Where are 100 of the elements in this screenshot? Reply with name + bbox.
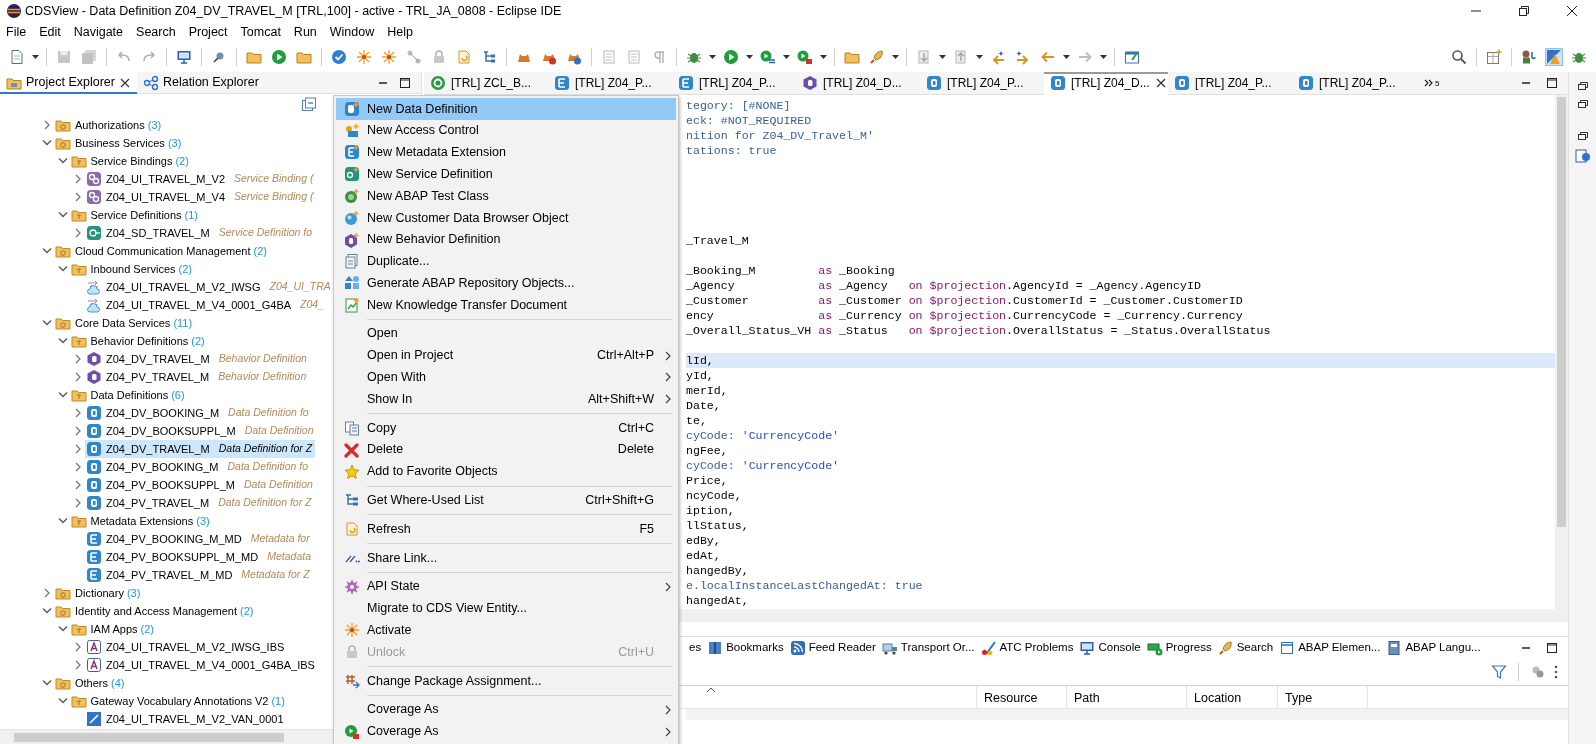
tree-item[interactable]: Dictionary (3) xyxy=(54,584,144,602)
tree-item[interactable]: Z04_UI_TRAVEL_M_V2_VAN_0001 xyxy=(85,710,287,728)
menu-item[interactable]: Get Where-Used List Ctrl+Shift+G xyxy=(336,489,676,512)
menu-item[interactable]: Open in Project Ctrl+Alt+P xyxy=(336,344,676,367)
editor-tab[interactable]: [TRL] Z04_D... xyxy=(1044,71,1168,95)
tree-item[interactable]: Inbound Services (2) xyxy=(69,260,195,278)
tree-item[interactable]: Z04_DV_BOOKSUPPL_M Data Definition xyxy=(85,422,317,440)
editor-tab[interactable]: [TRL] ZCL_B... xyxy=(424,71,548,95)
menu-item[interactable]: Copy Ctrl+C xyxy=(336,417,676,439)
menu-item[interactable]: Show In Alt+Shift+W xyxy=(336,388,676,411)
tree-item[interactable]: Z04_UI_TRAVEL_M_V2_IWSG Z04_UI_TRA xyxy=(85,278,334,296)
tree-item[interactable]: Z04_DV_TRAVEL_M Behavior Definition xyxy=(85,350,310,368)
item-description: Data Definition xyxy=(244,477,313,493)
view-tab[interactable]: ABAP Elemen... xyxy=(1276,637,1384,659)
tree-item[interactable]: Data Definitions (6) xyxy=(69,386,188,404)
code-line: tations: true xyxy=(686,143,778,158)
tree-item[interactable]: Authorizations (3) xyxy=(54,116,165,134)
tree-item[interactable]: Gateway Vocabulary Annotations V2 (1) xyxy=(69,692,288,710)
tree-item[interactable]: Behavior Definitions (2) xyxy=(69,332,208,350)
tree-item[interactable]: Z04_PV_TRAVEL_M_MD Metadata for Z xyxy=(85,566,313,584)
tree-item[interactable]: Business Services (3) xyxy=(54,134,185,152)
menu-item[interactable]: Refresh F5 xyxy=(336,518,676,541)
hidden-tab-count[interactable]: 5 xyxy=(1435,80,1440,88)
view-tab[interactable]: Transport Or... xyxy=(878,637,978,659)
view-tab[interactable]: Feed Reader xyxy=(786,637,879,659)
tree-item[interactable]: Z04_UI_TRAVEL_M_V4_0001_G4BA_IBS xyxy=(85,656,318,674)
menu-item[interactable]: Generate ABAP Repository Objects... xyxy=(336,272,676,295)
tree-item[interactable]: Z04_PV_BOOKING_M Data Definition fo xyxy=(85,458,312,476)
menu-item[interactable]: New Metadata Extension xyxy=(336,141,676,164)
menu-item[interactable]: New Knowledge Transfer Document xyxy=(336,294,676,316)
menu-item[interactable]: Coverage As xyxy=(336,720,676,743)
item-description: Metadata xyxy=(267,549,311,565)
menu-item[interactable]: Duplicate... xyxy=(336,250,676,273)
tree-item[interactable]: Z04_PV_BOOKSUPPL_M_MD Metadata xyxy=(85,548,314,566)
menu-item[interactable]: Help xyxy=(381,22,420,42)
menu-item[interactable]: Add to Favorite Objects xyxy=(336,460,676,483)
menu-item[interactable]: Search xyxy=(130,22,183,42)
tree-item[interactable]: Z04_DV_TRAVEL_M Data Definition for Z xyxy=(85,440,316,458)
view-tab[interactable]: Relation Explorer xyxy=(136,71,265,94)
editor-tab[interactable]: [TRL] Z04_P... xyxy=(672,71,796,95)
menu-item[interactable]: Project xyxy=(182,22,235,42)
view-tab[interactable]: ABAP Langu... xyxy=(1383,637,1484,659)
menu-item[interactable]: Tomcat xyxy=(234,22,288,42)
item-count: (1) xyxy=(271,693,285,709)
tree-item[interactable]: Z04_PV_TRAVEL_M Data Definition for Z xyxy=(85,494,315,512)
editor-tab[interactable]: [TRL] Z04_D... xyxy=(796,71,920,95)
tree-item[interactable]: Cloud Communication Management (2) xyxy=(54,242,270,260)
tree-item[interactable]: Z04_SD_TRAVEL_M Service Definition fo xyxy=(85,224,316,242)
item-count: (2) xyxy=(178,261,192,277)
tree-item[interactable]: Z04_PV_BOOKSUPPL_M Data Definition xyxy=(85,476,316,494)
menu-item[interactable]: Share Link... xyxy=(336,547,676,569)
view-tab[interactable]: ATC Problems xyxy=(977,637,1077,659)
menu-item[interactable]: Delete Delete xyxy=(336,438,676,461)
tree-item[interactable]: Z04_PV_TRAVEL_M Behavior Definition xyxy=(85,368,310,386)
view-tab[interactable]: Bookmarks xyxy=(704,637,787,659)
menu-item[interactable]: New Customer Data Browser Object xyxy=(336,207,676,229)
item-count: (6) xyxy=(171,387,185,403)
tree-item[interactable]: IAM Apps (2) xyxy=(69,620,158,638)
view-tab[interactable]: Console xyxy=(1076,637,1144,659)
view-tab[interactable]: es xyxy=(686,637,705,659)
editor-tab[interactable]: [TRL] Z04_P... xyxy=(1292,71,1416,95)
item-description: Service Definition fo xyxy=(218,225,313,241)
view-tab[interactable]: Project Explorer xyxy=(0,71,137,94)
menu-item[interactable]: New ABAP Test Class xyxy=(336,185,676,207)
menu-item[interactable]: Open With xyxy=(336,366,676,389)
menu-item[interactable]: API State xyxy=(336,575,676,598)
menu-item[interactable]: Navigate xyxy=(67,22,131,42)
menu-item[interactable]: File xyxy=(0,22,34,42)
menu-item[interactable]: New Behavior Definition xyxy=(336,228,676,251)
menu-item[interactable]: Change Package Assignment... xyxy=(336,670,676,692)
menu-item[interactable]: New Access Control xyxy=(336,119,676,142)
menu-item[interactable]: New Data Definition xyxy=(336,98,676,120)
editor-tab[interactable]: [TRL] Z04_P... xyxy=(920,71,1044,95)
editor-tab[interactable]: [TRL] Z04_P... xyxy=(1168,71,1292,95)
view-tab[interactable]: Progress xyxy=(1143,637,1215,659)
menu-item[interactable]: New Service Definition xyxy=(336,163,676,186)
tree-item[interactable]: Others (4) xyxy=(54,674,128,692)
tree-item[interactable]: Z04_DV_BOOKING_M Data Definition fo xyxy=(85,404,312,422)
tree-item[interactable]: Z04_UI_TRAVEL_M_V2_IWSG_IBS xyxy=(85,638,288,656)
tree-item[interactable]: Identity and Access Management (2) xyxy=(54,602,257,620)
tree-item[interactable]: Metadata Extensions (3) xyxy=(69,512,213,530)
menu-item[interactable]: Migrate to CDS View Entity... xyxy=(336,597,676,620)
menu-item[interactable]: Run xyxy=(287,22,324,42)
tree-item[interactable]: Z04_PV_BOOKING_M_MD Metadata for xyxy=(85,530,313,548)
menu-item[interactable]: Coverage As xyxy=(336,698,676,721)
tree-item[interactable]: Core Data Services (11) xyxy=(54,314,196,332)
code-line: tegory: [#NONE] xyxy=(686,98,792,113)
tree-item[interactable]: Service Definitions (1) xyxy=(69,206,202,224)
tree-item[interactable]: Service Bindings (2) xyxy=(69,152,192,170)
menu-item[interactable]: Open xyxy=(336,322,676,345)
tree-item[interactable]: Z04_UI_TRAVEL_M_V4 Service Binding ( xyxy=(85,188,317,206)
item-count: (3) xyxy=(196,513,210,529)
code-line: yId, xyxy=(686,368,715,383)
tree-item[interactable]: Z04_UI_TRAVEL_M_V4_0001_G4BA Z04_ xyxy=(85,296,327,314)
menu-item[interactable]: Window xyxy=(323,22,382,42)
tree-item[interactable]: Z04_UI_TRAVEL_M_V2 Service Binding ( xyxy=(85,170,317,188)
menu-item[interactable]: Edit xyxy=(33,22,68,42)
view-tab[interactable]: Search xyxy=(1214,637,1277,659)
editor-tab[interactable]: [TRL] Z04_P... xyxy=(548,71,672,95)
menu-item[interactable]: Activate xyxy=(336,619,676,642)
